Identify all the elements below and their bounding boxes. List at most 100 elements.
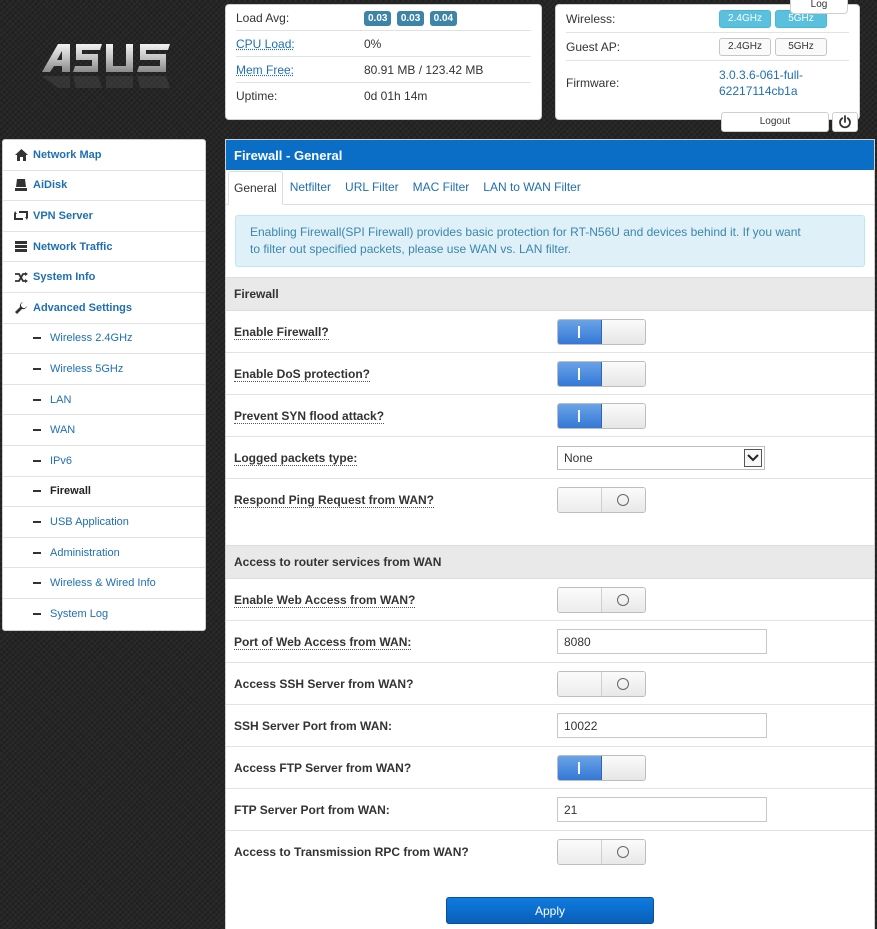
logged-packets-label: Logged packets type: bbox=[234, 451, 357, 466]
sidebar-subitem-wireless-24ghz[interactable]: Wireless 2.4GHz bbox=[3, 324, 205, 355]
cpu-load-row: CPU Load: 0% bbox=[236, 31, 531, 57]
sidebar-subitem-label: Wireless 2.4GHz bbox=[50, 332, 133, 344]
load-avg-5min: 0.03 bbox=[397, 11, 424, 26]
sidebar-item-aidisk[interactable]: AiDisk bbox=[3, 171, 205, 202]
guest-ap-label: Guest AP: bbox=[566, 40, 719, 54]
sidebar-subitem-wireless-5ghz[interactable]: Wireless 5GHz bbox=[3, 354, 205, 385]
ftp-port-row: FTP Server Port from WAN: bbox=[226, 789, 874, 831]
section-access-header: Access to router services from WAN bbox=[226, 545, 874, 579]
web-access-toggle[interactable] bbox=[557, 587, 646, 613]
tab-lan-to-wan-filter[interactable]: LAN to WAN Filter bbox=[476, 180, 588, 204]
web-port-input[interactable] bbox=[557, 629, 767, 654]
cpu-load-link[interactable]: CPU Load: bbox=[236, 37, 364, 51]
ssh-port-label: SSH Server Port from WAN: bbox=[234, 719, 557, 733]
uptime-label: Uptime: bbox=[236, 89, 364, 103]
tab-netfilter[interactable]: Netfilter bbox=[283, 180, 338, 204]
respond-ping-toggle[interactable] bbox=[557, 487, 646, 513]
page-title: Firewall - General bbox=[226, 140, 874, 170]
dash-icon bbox=[33, 337, 41, 339]
info-alert-line1: Enabling Firewall(SPI Firewall) provides… bbox=[250, 224, 850, 241]
sidebar-subitem-administration[interactable]: Administration bbox=[3, 538, 205, 569]
tab-mac-filter[interactable]: MAC Filter bbox=[406, 180, 477, 204]
retweet-icon bbox=[13, 209, 29, 223]
tab-general[interactable]: General bbox=[228, 171, 283, 205]
respond-ping-row: Respond Ping Request from WAN? bbox=[226, 479, 874, 521]
prevent-syn-toggle[interactable] bbox=[557, 403, 646, 429]
sidebar-item-label: System Info bbox=[33, 271, 95, 283]
main-panel: Firewall - General General Netfilter URL… bbox=[225, 139, 875, 929]
ssh-port-input[interactable] bbox=[557, 713, 767, 738]
enable-firewall-toggle[interactable] bbox=[557, 319, 646, 345]
mem-free-link[interactable]: Mem Free: bbox=[236, 63, 364, 77]
ftp-port-input[interactable] bbox=[557, 797, 767, 822]
sidebar-subitem-label: Wireless 5GHz bbox=[50, 363, 123, 375]
web-port-label: Port of Web Access from WAN: bbox=[234, 635, 411, 650]
enable-dos-row: Enable DoS protection? bbox=[226, 353, 874, 395]
log-button[interactable]: Log bbox=[790, 0, 848, 14]
wrench-icon bbox=[13, 301, 29, 315]
sidebar-item-system-info[interactable]: System Info bbox=[3, 262, 205, 293]
sidebar-subitem-label: LAN bbox=[50, 394, 71, 406]
firmware-label: Firmware: bbox=[566, 76, 719, 90]
radio-status-panel: Wireless: 2.4GHz 5GHz Guest AP: 2.4GHz 5… bbox=[555, 4, 860, 120]
sidebar-subitem-label: Firewall bbox=[50, 485, 91, 497]
dash-icon bbox=[33, 552, 41, 554]
apply-button[interactable]: Apply bbox=[446, 897, 654, 924]
reboot-button[interactable] bbox=[832, 112, 858, 132]
uptime-value: 0d 01h 14m bbox=[364, 89, 427, 103]
firmware-version-link[interactable]: 3.0.3.6-061-full- 62217114cb1a bbox=[719, 67, 803, 99]
sidebar-subitem-ipv6[interactable]: IPv6 bbox=[3, 446, 205, 477]
shuffle-icon bbox=[13, 270, 29, 284]
sidebar-item-network-map[interactable]: Network Map bbox=[3, 140, 205, 171]
power-icon bbox=[838, 115, 852, 129]
cpu-load-value: 0% bbox=[364, 37, 381, 51]
sidebar-subitem-firewall[interactable]: Firewall bbox=[3, 477, 205, 508]
sidebar-subitem-system-log[interactable]: System Log bbox=[3, 599, 205, 630]
tab-url-filter[interactable]: URL Filter bbox=[338, 180, 406, 204]
info-alert: Enabling Firewall(SPI Firewall) provides… bbox=[235, 215, 865, 267]
dash-icon bbox=[33, 460, 41, 462]
enable-firewall-row: Enable Firewall? bbox=[226, 311, 874, 353]
ftp-access-toggle[interactable] bbox=[557, 755, 646, 781]
guest-5ghz-button[interactable]: 5GHz bbox=[775, 38, 827, 56]
wireless-label: Wireless: bbox=[566, 12, 719, 26]
asus-logo bbox=[40, 40, 174, 92]
sidebar-subitem-wan[interactable]: WAN bbox=[3, 415, 205, 446]
ssh-access-label: Access SSH Server from WAN? bbox=[234, 677, 557, 691]
dash-icon bbox=[33, 613, 41, 615]
info-alert-line2: to filter out specified packets, please … bbox=[250, 241, 850, 258]
rpc-access-row: Access to Transmission RPC from WAN? bbox=[226, 831, 874, 873]
system-status-panel: Load Avg: 0.03 0.03 0.04 CPU Load: 0% Me… bbox=[225, 4, 542, 120]
logged-packets-row: Logged packets type: None bbox=[226, 437, 874, 479]
guest-ap-row: Guest AP: 2.4GHz 5GHz bbox=[566, 33, 849, 61]
web-access-label: Enable Web Access from WAN? bbox=[234, 593, 415, 608]
prevent-syn-label: Prevent SYN flood attack? bbox=[234, 409, 384, 424]
enable-dos-toggle[interactable] bbox=[557, 361, 646, 387]
ftp-access-label: Access FTP Server from WAN? bbox=[234, 761, 557, 775]
sidebar-subitem-usb-application[interactable]: USB Application bbox=[3, 507, 205, 538]
load-avg-values: 0.03 0.03 0.04 bbox=[364, 10, 459, 26]
tab-bar: General Netfilter URL Filter MAC Filter … bbox=[226, 170, 874, 205]
sidebar-subitem-wireless-wired-info[interactable]: Wireless & Wired Info bbox=[3, 568, 205, 599]
enable-firewall-label: Enable Firewall? bbox=[234, 325, 329, 340]
wireless-24ghz-button[interactable]: 2.4GHz bbox=[719, 10, 771, 28]
sidebar-item-advanced-settings[interactable]: Advanced Settings bbox=[3, 293, 205, 324]
sidebar-item-network-traffic[interactable]: Network Traffic bbox=[3, 232, 205, 263]
dash-icon bbox=[33, 490, 41, 492]
logout-button[interactable]: Logout bbox=[721, 112, 829, 132]
uptime-row: Uptime: 0d 01h 14m bbox=[236, 83, 531, 109]
ssh-access-row: Access SSH Server from WAN? bbox=[226, 663, 874, 705]
rpc-access-label: Access to Transmission RPC from WAN? bbox=[234, 845, 557, 859]
sidebar-subitem-lan[interactable]: LAN bbox=[3, 385, 205, 416]
sidebar-subitem-label: System Log bbox=[50, 608, 108, 620]
ssh-access-toggle[interactable] bbox=[557, 671, 646, 697]
logged-packets-select[interactable]: None bbox=[557, 446, 765, 470]
sidebar-item-label: Network Traffic bbox=[33, 241, 112, 253]
sidebar-item-vpn-server[interactable]: VPN Server bbox=[3, 201, 205, 232]
server-icon bbox=[13, 240, 29, 254]
ftp-access-row: Access FTP Server from WAN? bbox=[226, 747, 874, 789]
dash-icon bbox=[33, 521, 41, 523]
dash-icon bbox=[33, 429, 41, 431]
rpc-access-toggle[interactable] bbox=[557, 839, 646, 865]
guest-24ghz-button[interactable]: 2.4GHz bbox=[719, 38, 771, 56]
